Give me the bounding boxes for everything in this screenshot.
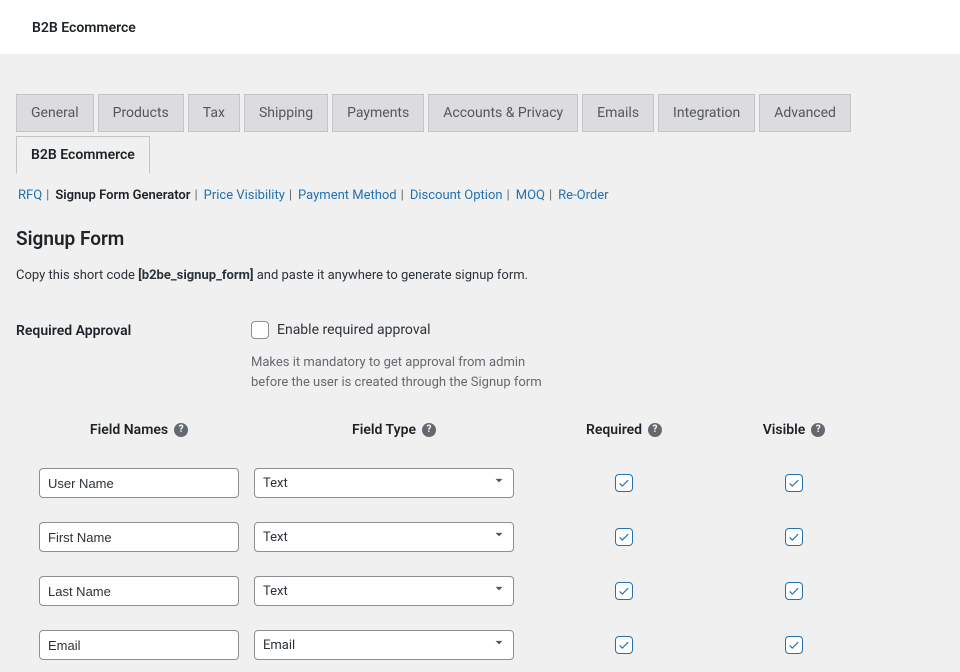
col-header-type: Field Type <box>352 422 416 438</box>
tab-advanced[interactable]: Advanced <box>759 94 851 132</box>
required-approval-row: Required Approval Enable required approv… <box>16 309 944 392</box>
visible-checkbox[interactable] <box>785 474 803 492</box>
tab-payments[interactable]: Payments <box>332 94 424 132</box>
section-heading: Signup Form <box>16 227 944 250</box>
col-header-visible: Visible <box>763 422 806 438</box>
tab-b2b-ecommerce[interactable]: B2B Ecommerce <box>16 136 150 174</box>
page-title: B2B Ecommerce <box>32 20 136 36</box>
subnav-rfq[interactable]: RFQ <box>18 188 42 203</box>
tab-integration[interactable]: Integration <box>658 94 755 132</box>
fields-table: Field Names? Field Type? Required? Visib… <box>16 422 944 672</box>
tab-tax[interactable]: Tax <box>188 94 240 132</box>
required-checkbox[interactable] <box>615 528 633 546</box>
fields-table-head: Field Names? Field Type? Required? Visib… <box>16 422 944 456</box>
shortcode-suffix: and paste it anywhere to generate signup… <box>253 268 528 283</box>
table-row: Email <box>16 618 944 672</box>
field-type-select[interactable]: Text <box>254 522 514 552</box>
shortcode-prefix: Copy this short code <box>16 268 138 283</box>
subnav-re-order[interactable]: Re-Order <box>558 188 608 203</box>
col-header-required: Required <box>586 422 642 438</box>
field-name-input[interactable] <box>39 576 239 606</box>
field-name-input[interactable] <box>39 630 239 660</box>
help-icon[interactable]: ? <box>174 423 188 437</box>
separator: | <box>289 188 292 203</box>
tab-products[interactable]: Products <box>98 94 184 132</box>
subnav-discount-option[interactable]: Discount Option <box>410 188 503 203</box>
subnav-price-visibility[interactable]: Price Visibility <box>204 188 285 203</box>
table-row: Text <box>16 456 944 510</box>
required-checkbox[interactable] <box>615 474 633 492</box>
help-icon[interactable]: ? <box>648 423 662 437</box>
required-checkbox[interactable] <box>615 636 633 654</box>
required-checkbox[interactable] <box>615 582 633 600</box>
visible-checkbox[interactable] <box>785 636 803 654</box>
required-approval-label: Required Approval <box>16 309 251 339</box>
separator: | <box>46 188 49 203</box>
top-bar: B2B Ecommerce <box>0 0 960 54</box>
subnav-signup-form-generator: Signup Form Generator <box>55 188 190 203</box>
col-header-name: Field Names <box>90 422 168 438</box>
separator: | <box>507 188 510 203</box>
separator: | <box>194 188 197 203</box>
shortcode-instruction: Copy this short code [b2be_signup_form] … <box>16 268 944 283</box>
shortcode-value: [b2be_signup_form] <box>138 268 253 283</box>
field-type-select[interactable]: Text <box>254 576 514 606</box>
table-row: Text <box>16 510 944 564</box>
help-icon[interactable]: ? <box>422 423 436 437</box>
field-name-input[interactable] <box>39 522 239 552</box>
field-type-select[interactable]: Text <box>254 468 514 498</box>
secondary-nav: RFQ | Signup Form Generator | Price Visibi… <box>16 174 944 209</box>
tab-emails[interactable]: Emails <box>582 94 654 132</box>
help-icon[interactable]: ? <box>811 423 825 437</box>
enable-required-approval-label: Enable required approval <box>277 322 431 338</box>
separator: | <box>549 188 552 203</box>
subnav-moq[interactable]: MOQ <box>516 188 545 203</box>
subnav-payment-method[interactable]: Payment Method <box>298 188 397 203</box>
field-name-input[interactable] <box>39 468 239 498</box>
table-row: Text <box>16 564 944 618</box>
required-approval-help: Makes it mandatory to get approval from … <box>251 353 551 392</box>
tab-shipping[interactable]: Shipping <box>244 94 328 132</box>
primary-tabs: GeneralProductsTaxShippingPaymentsAccoun… <box>16 54 944 174</box>
tab-general[interactable]: General <box>16 94 94 132</box>
visible-checkbox[interactable] <box>785 582 803 600</box>
tab-accounts-privacy[interactable]: Accounts & Privacy <box>428 94 578 132</box>
enable-required-approval-checkbox[interactable] <box>251 321 269 339</box>
visible-checkbox[interactable] <box>785 528 803 546</box>
separator: | <box>401 188 404 203</box>
field-type-select[interactable]: Email <box>254 630 514 660</box>
